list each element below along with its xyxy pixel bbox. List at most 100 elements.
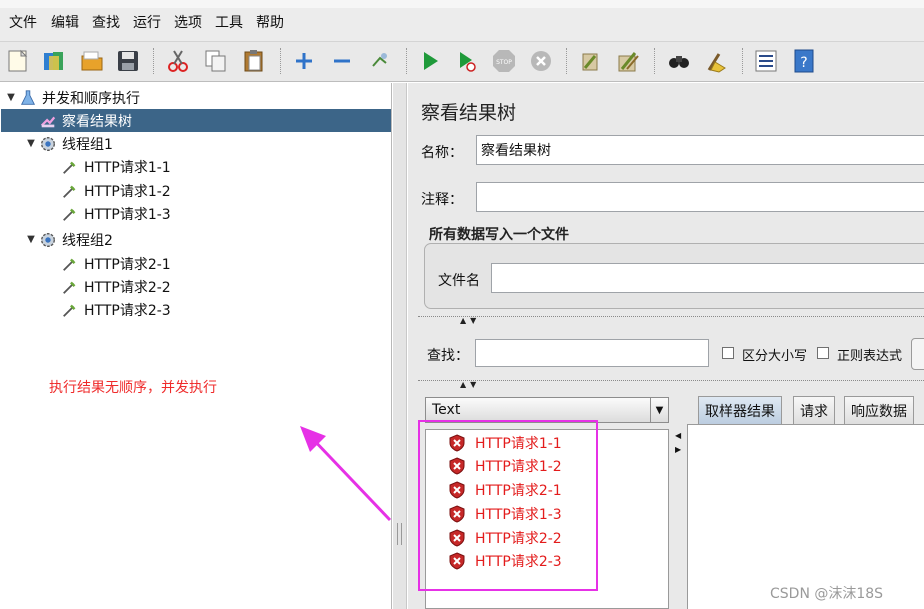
tree-label: HTTP请求2-3 <box>84 302 171 319</box>
menu-search[interactable]: 查找 <box>92 12 120 32</box>
expand-toggle-icon[interactable]: ▼ <box>24 234 38 245</box>
regex-checkbox[interactable] <box>817 347 829 359</box>
case-sensitive-checkbox[interactable] <box>722 347 734 359</box>
tab-sampler-result[interactable]: 取样器结果 <box>698 396 782 424</box>
tab-response-data[interactable]: 响应数据 <box>844 396 914 424</box>
collapse-arrows-icon[interactable]: ▲▼ <box>460 380 480 389</box>
svg-text:STOP: STOP <box>496 59 512 66</box>
tree-label: HTTP请求2-1 <box>84 256 171 273</box>
sampler-icon <box>60 300 80 320</box>
expand-icon[interactable] <box>290 46 318 76</box>
open-icon[interactable] <box>78 46 106 76</box>
tree-node-view-results-tree[interactable]: 察看结果树 <box>1 109 391 132</box>
tree-label: HTTP请求1-1 <box>84 159 171 176</box>
start-icon[interactable] <box>416 46 444 76</box>
filename-input[interactable] <box>492 264 924 292</box>
menu-run[interactable]: 运行 <box>133 12 161 32</box>
tree-label: 线程组2 <box>62 232 113 249</box>
menu-edit[interactable]: 编辑 <box>51 12 79 32</box>
thread-group-icon <box>38 230 58 250</box>
comment-label: 注释： <box>421 192 463 208</box>
section-divider <box>418 316 924 317</box>
tree-label: 线程组1 <box>62 136 113 153</box>
annotation-text: 执行结果无顺序，并发执行 <box>49 380 217 396</box>
clear-icon[interactable] <box>576 46 604 76</box>
name-input[interactable] <box>477 136 924 164</box>
name-label: 名称： <box>421 145 463 161</box>
tree-node-http-request-2-3[interactable]: HTTP请求2-3 <box>60 298 171 321</box>
toolbar-separator <box>280 48 281 74</box>
expand-toggle-icon[interactable]: ▼ <box>24 138 38 149</box>
menu-bar: 文件 编辑 查找 运行 选项 工具 帮助 <box>0 0 924 42</box>
renderer-value: Text <box>432 402 461 418</box>
toolbar-separator <box>153 48 154 74</box>
sampler-icon <box>60 254 80 274</box>
templates-icon[interactable] <box>40 46 68 76</box>
filename-label: 文件名 <box>438 273 480 289</box>
search-icon[interactable] <box>665 46 693 76</box>
section-divider <box>418 380 924 381</box>
comment-input[interactable] <box>477 183 924 211</box>
expand-toggle-icon[interactable]: ▼ <box>4 92 18 103</box>
toolbar-separator <box>742 48 743 74</box>
toggle-icon[interactable] <box>366 46 394 76</box>
tree-node-thread-group-1[interactable]: ▼ 线程组1 <box>24 132 113 155</box>
comment-field[interactable] <box>476 182 924 212</box>
tree-node-http-request-2-1[interactable]: HTTP请求2-1 <box>60 252 171 275</box>
search-label: 查找： <box>427 348 469 364</box>
arrow-left-icon[interactable]: ◀ <box>675 431 681 440</box>
tab-request[interactable]: 请求 <box>793 396 835 424</box>
tree-node-http-request-1-1[interactable]: HTTP请求1-1 <box>60 155 171 178</box>
paste-icon[interactable] <box>240 46 268 76</box>
shutdown-icon[interactable] <box>527 46 555 76</box>
splitter-grip[interactable] <box>397 523 402 545</box>
chevron-down-icon[interactable]: ▼ <box>650 398 668 422</box>
test-plan-tree[interactable]: ▼ 并发和顺序执行 察看结果树 ▼ 线程组1 HTTP请求1-1 HTTP请求1… <box>0 83 392 609</box>
start-no-pause-icon[interactable] <box>453 46 481 76</box>
menu-file[interactable]: 文件 <box>9 12 37 32</box>
svg-text:?: ? <box>800 55 807 71</box>
help-icon[interactable]: ? <box>790 46 818 76</box>
toolbar-separator <box>654 48 655 74</box>
find-button[interactable] <box>911 338 924 370</box>
tree-label: 察看结果树 <box>62 113 132 130</box>
clear-all-icon[interactable] <box>614 46 642 76</box>
tree-node-http-request-2-2[interactable]: HTTP请求2-2 <box>60 275 171 298</box>
reset-search-icon[interactable] <box>702 46 730 76</box>
arrow-right-icon[interactable]: ▶ <box>675 445 681 454</box>
search-field[interactable] <box>475 339 709 367</box>
window-top-strip <box>0 0 924 8</box>
menu-help[interactable]: 帮助 <box>256 12 284 32</box>
collapse-arrows-icon[interactable]: ▲▼ <box>460 316 480 325</box>
toolbar: STOP ? <box>0 42 924 82</box>
tree-node-test-plan[interactable]: ▼ 并发和顺序执行 <box>4 86 140 109</box>
copy-icon[interactable] <box>202 46 230 76</box>
sampler-icon <box>60 181 80 201</box>
name-field[interactable] <box>476 135 924 165</box>
cut-icon[interactable] <box>164 46 192 76</box>
test-plan-icon <box>18 88 38 108</box>
sampler-icon <box>60 157 80 177</box>
search-input[interactable] <box>476 340 708 366</box>
save-icon[interactable] <box>114 46 142 76</box>
menu-tools[interactable]: 工具 <box>215 12 243 32</box>
tree-node-http-request-1-3[interactable]: HTTP请求1-3 <box>60 202 171 225</box>
tree-node-thread-group-2[interactable]: ▼ 线程组2 <box>24 228 113 251</box>
collapse-icon[interactable] <box>328 46 356 76</box>
results-splitter[interactable]: ◀ ▶ <box>673 429 683 609</box>
write-to-file-title: 所有数据写入一个文件 <box>429 227 569 243</box>
annotation-arrow-icon <box>300 426 392 522</box>
menu-options[interactable]: 选项 <box>174 12 202 32</box>
case-sensitive-label: 区分大小写 <box>742 349 808 364</box>
new-icon[interactable] <box>4 46 32 76</box>
filename-field[interactable] <box>491 263 924 293</box>
stop-icon[interactable]: STOP <box>490 46 518 76</box>
thread-group-icon <box>38 134 58 154</box>
tree-label: HTTP请求1-2 <box>84 183 171 200</box>
pane-splitter[interactable] <box>393 83 407 609</box>
tree-node-http-request-1-2[interactable]: HTTP请求1-2 <box>60 179 171 202</box>
function-helper-icon[interactable] <box>752 46 780 76</box>
sampler-icon <box>60 204 80 224</box>
tree-label: HTTP请求1-3 <box>84 206 171 223</box>
listener-icon <box>38 111 58 131</box>
